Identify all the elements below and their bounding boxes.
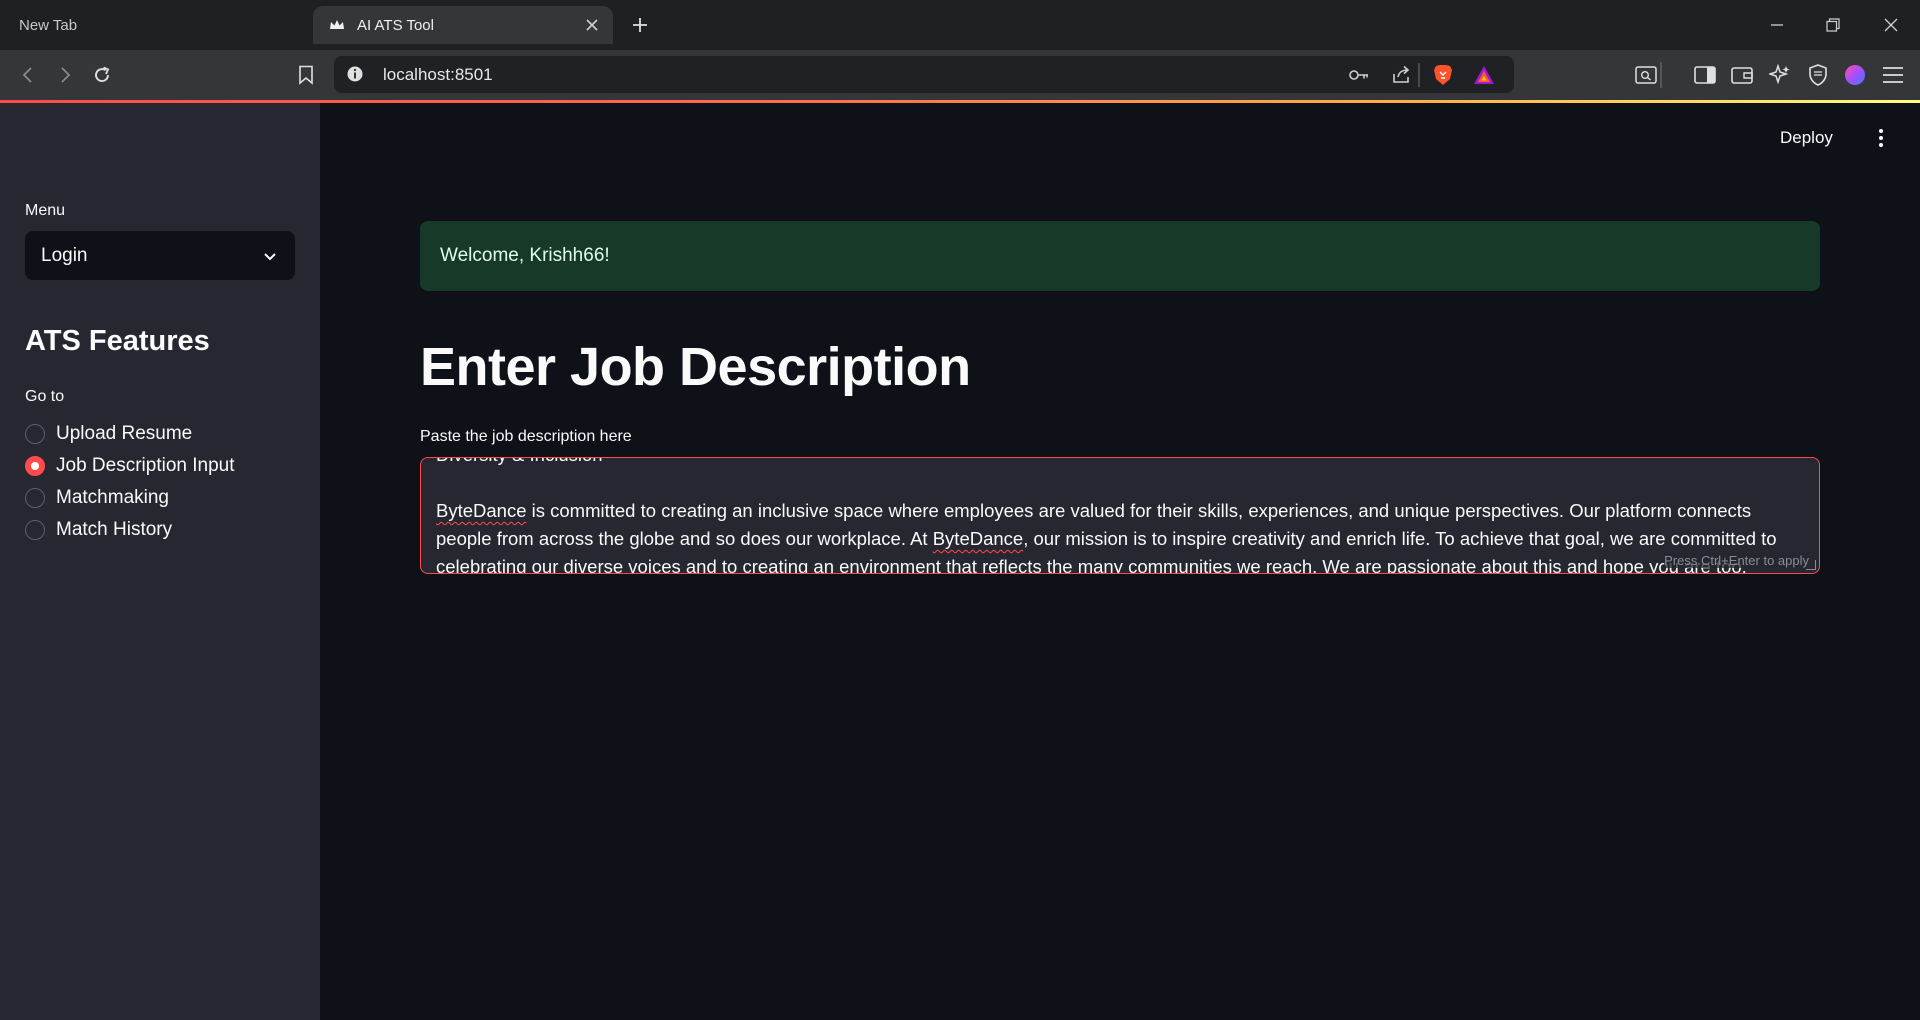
goto-label: Go to [25, 388, 65, 405]
sidebar: Menu Login ATS Features Go to Upload Res… [0, 103, 320, 1020]
separator [1660, 62, 1662, 88]
main-content: Deploy Welcome, Krishh66! Enter Job Desc… [320, 103, 1920, 1020]
arrow-left-icon[interactable] [15, 62, 41, 88]
deploy-button[interactable]: Deploy [1780, 128, 1833, 148]
resize-handle-icon[interactable] [1806, 560, 1816, 570]
text-line: ByteDance is committed to creating an in… [436, 500, 1752, 521]
radio-matchmaking[interactable]: Matchmaking [25, 485, 169, 511]
tab-new-tab[interactable]: New Tab [0, 6, 310, 44]
tab-label: AI ATS Tool [357, 16, 434, 34]
close-icon[interactable] [583, 16, 601, 34]
bookmark-icon[interactable] [293, 62, 319, 88]
job-description-textarea[interactable]: Diversity & Inclusion ByteDance is commi… [420, 457, 1820, 574]
text-line: people from across the globe and so does… [436, 528, 1777, 549]
share-icon[interactable] [1390, 64, 1412, 86]
success-alert: Welcome, Krishh66! [420, 221, 1820, 291]
text-line: celebrating our diverse voices and to cr… [436, 556, 1747, 574]
radio-circle[interactable] [25, 488, 45, 508]
address-bar[interactable]: localhost:8501 [334, 56, 1514, 93]
radio-match-history[interactable]: Match History [25, 517, 172, 543]
restore-icon[interactable] [1820, 12, 1846, 38]
textarea-label: Paste the job description here [420, 428, 632, 445]
radio-circle-checked[interactable] [25, 456, 45, 476]
arrow-right-icon[interactable] [52, 62, 78, 88]
radio-label: Matchmaking [56, 487, 169, 508]
more-vertical-icon[interactable] [1870, 125, 1892, 151]
close-window-icon[interactable] [1878, 12, 1904, 38]
menu-select[interactable]: Login [25, 231, 295, 280]
radio-job-description-input[interactable]: Job Description Input [25, 453, 235, 479]
sidebar-icon[interactable] [1692, 62, 1718, 88]
radio-label: Match History [56, 519, 173, 540]
wallet-icon[interactable] [1729, 62, 1755, 88]
key-icon[interactable] [1348, 64, 1370, 86]
radio-label: Job Description Input [56, 455, 235, 476]
leo-ai-icon[interactable] [1767, 62, 1793, 88]
sidebar-heading: ATS Features [25, 325, 210, 357]
radio-label: Upload Resume [56, 423, 193, 444]
separator [1418, 63, 1420, 87]
hamburger-menu-icon[interactable] [1880, 62, 1906, 88]
welcome-message: Welcome, Krishh66! [440, 245, 610, 266]
text-line: Diversity & Inclusion [436, 458, 1806, 469]
streamlit-crown-icon [329, 17, 345, 33]
minimize-icon[interactable] [1764, 12, 1790, 38]
textarea-hint: Press Ctrl+Enter to apply [1664, 553, 1809, 568]
textarea-content[interactable]: Diversity & Inclusion ByteDance is commi… [436, 458, 1806, 574]
menu-label: Menu [25, 202, 66, 219]
chevron-down-icon [261, 247, 279, 265]
brave-triangle-icon[interactable] [1473, 64, 1495, 86]
radio-circle[interactable] [25, 520, 45, 540]
page-title: Enter Job Description [420, 337, 971, 397]
info-icon[interactable] [346, 65, 364, 83]
reload-icon[interactable] [89, 62, 115, 88]
profile-avatar-icon[interactable] [1842, 62, 1868, 88]
url-text[interactable]: localhost:8501 [383, 65, 493, 85]
search-tab-icon[interactable] [1633, 62, 1659, 88]
vpn-shield-icon[interactable] [1805, 62, 1831, 88]
radio-upload-resume[interactable]: Upload Resume [25, 421, 192, 447]
menu-select-value: Login [41, 244, 88, 266]
radio-circle[interactable] [25, 424, 45, 444]
tab-label: New Tab [19, 16, 78, 34]
tab-ai-ats-tool[interactable]: AI ATS Tool [313, 6, 613, 44]
new-tab-button[interactable] [628, 13, 652, 37]
brave-lion-icon[interactable] [1432, 64, 1454, 86]
browser-tabstrip: New Tab AI ATS Tool [0, 0, 1920, 50]
